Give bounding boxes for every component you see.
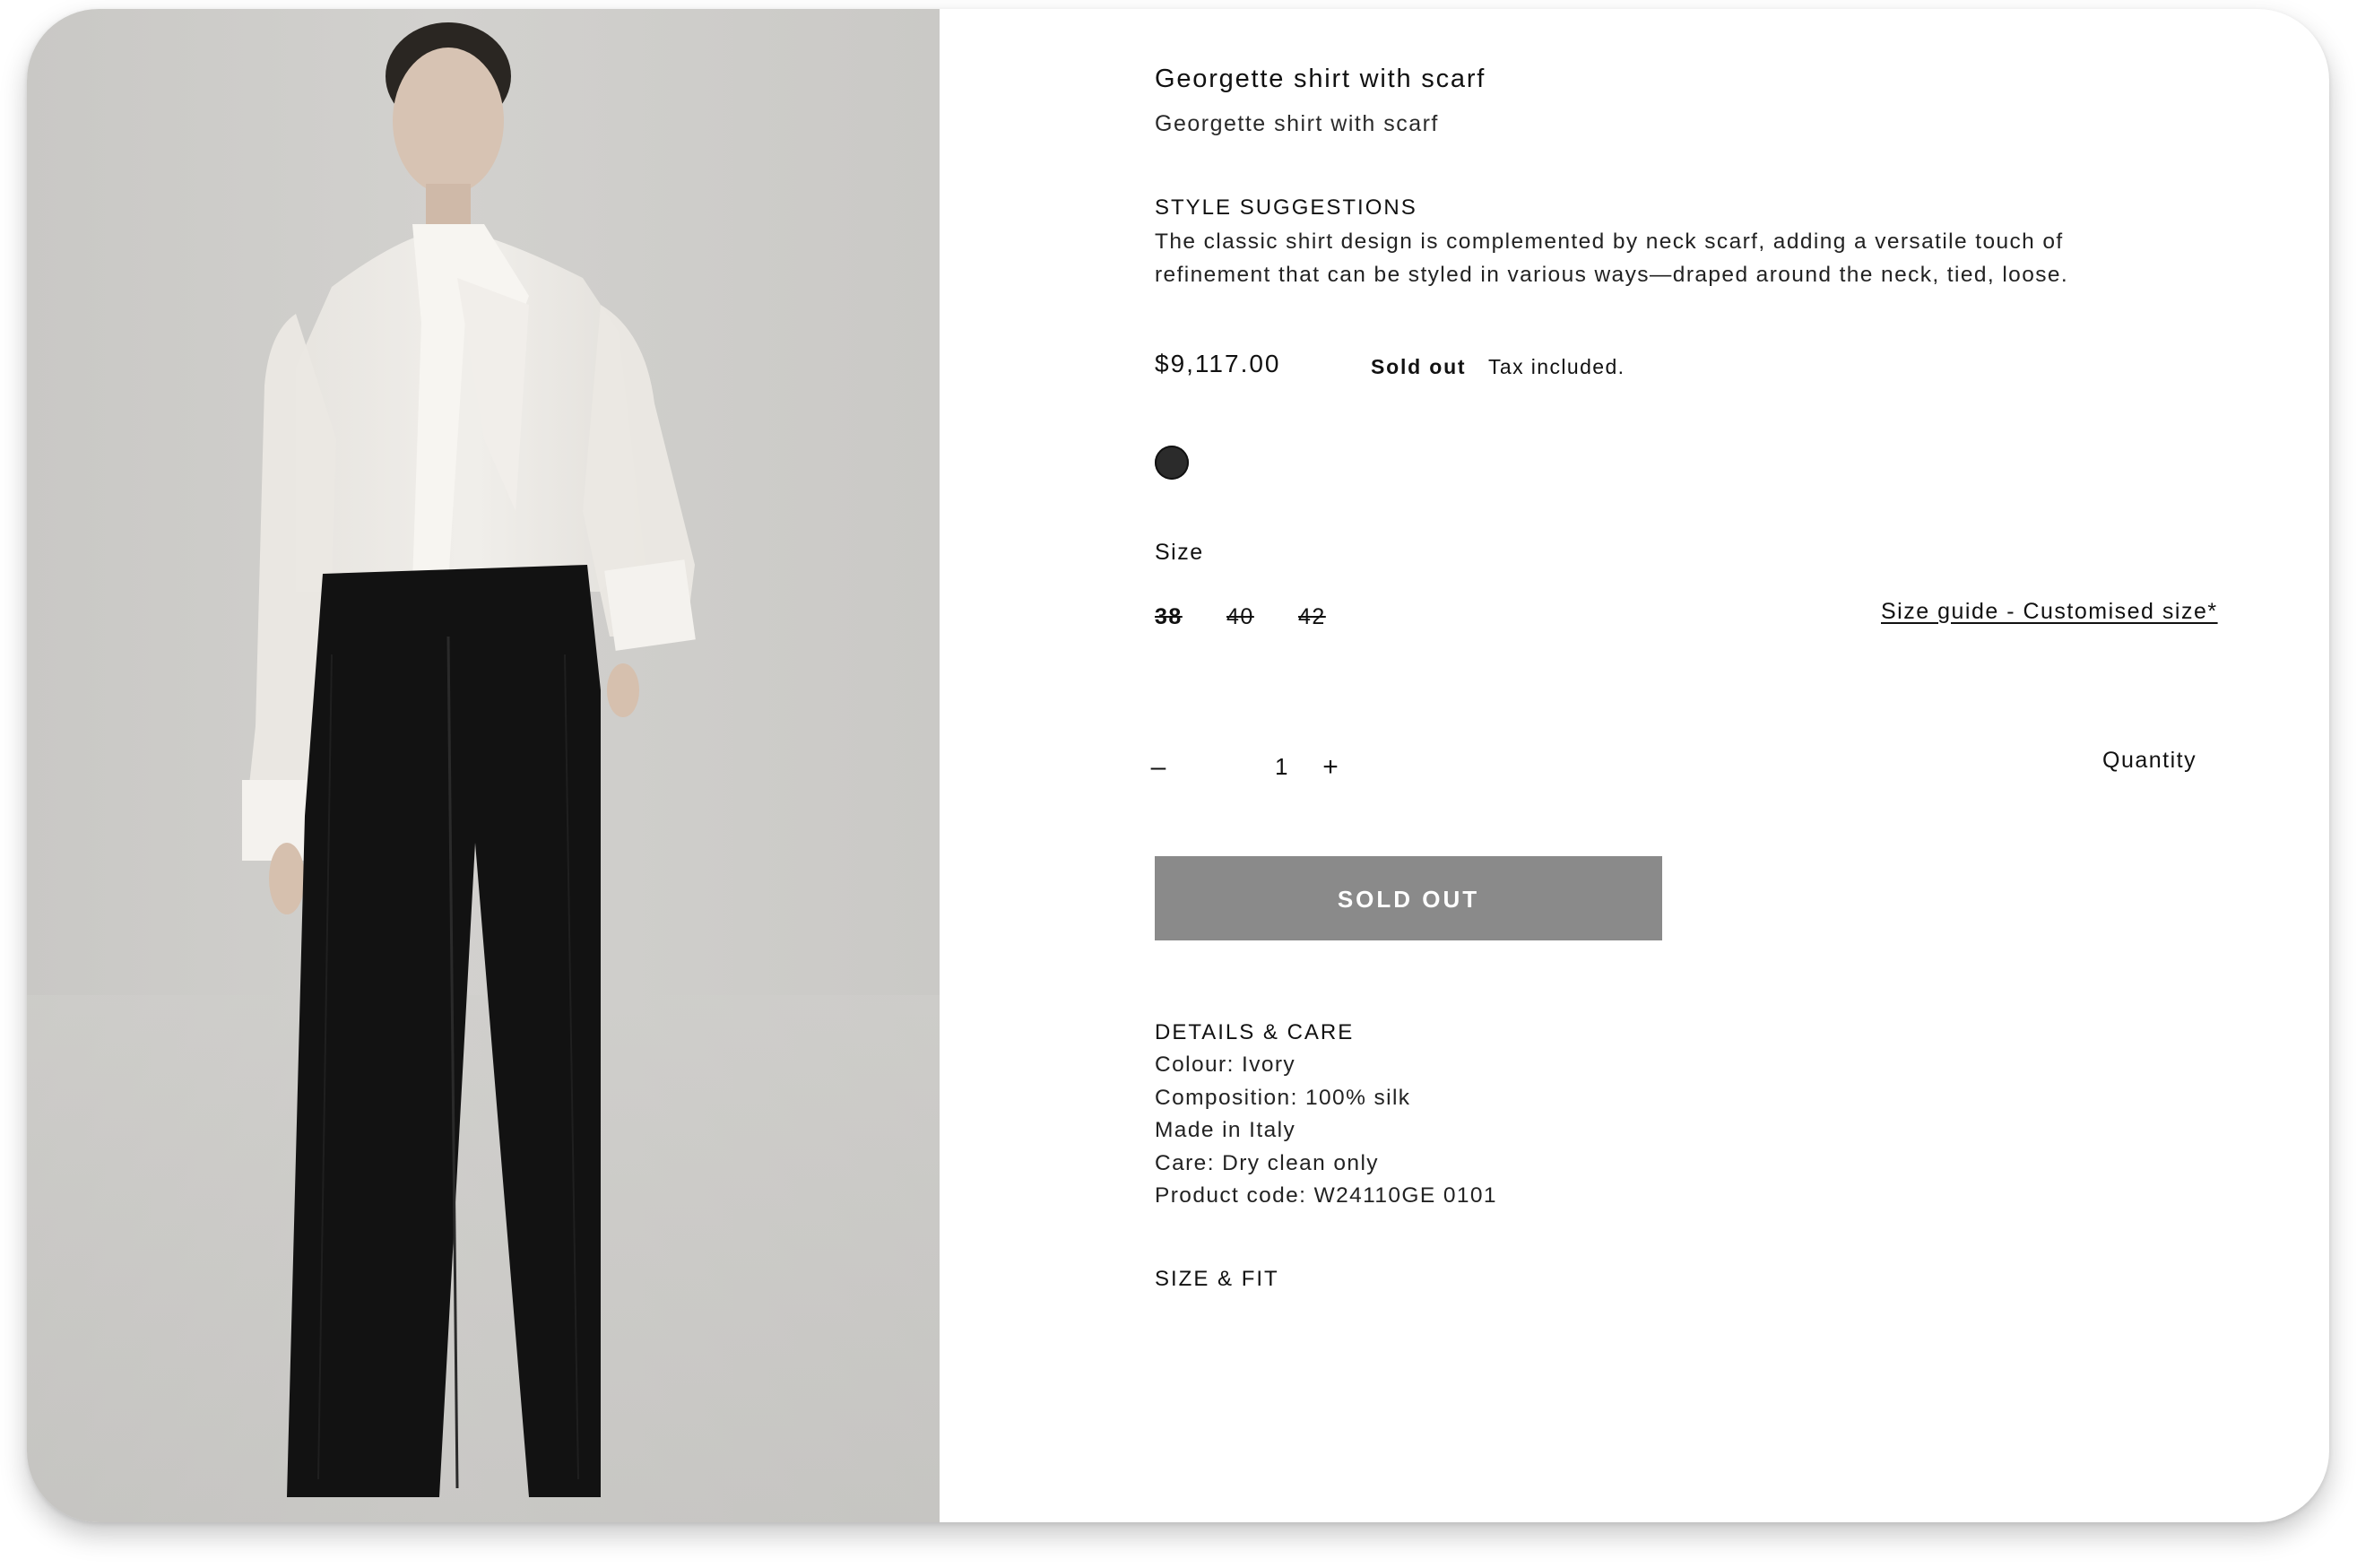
tax-note: Tax included. bbox=[1488, 355, 1625, 378]
details-care-heading[interactable]: DETAILS & CARE bbox=[1155, 1020, 1354, 1045]
sold-out-badge: Sold out bbox=[1371, 355, 1467, 378]
quantity-increase-button[interactable]: + bbox=[1313, 749, 1348, 785]
size-option-38[interactable]: 38 bbox=[1155, 604, 1183, 630]
details-product-code: Product code: W24110GE 0101 bbox=[1155, 1183, 1497, 1208]
details-colour: Colour: Ivory bbox=[1155, 1053, 1296, 1077]
details-care: Care: Dry clean only bbox=[1155, 1150, 1379, 1175]
size-option-42[interactable]: 42 bbox=[1298, 604, 1326, 630]
details-list: Colour: Ivory Composition: 100% silk Mad… bbox=[1155, 1049, 1497, 1213]
details-composition: Composition: 100% silk bbox=[1155, 1085, 1411, 1110]
product-page: Georgette shirt with scarf Georgette shi… bbox=[27, 9, 2329, 1522]
product-price: $9,117.00 bbox=[1155, 350, 1281, 377]
size-option-40[interactable]: 40 bbox=[1226, 604, 1254, 630]
product-title: Georgette shirt with scarf bbox=[1155, 65, 1486, 93]
size-fit-heading[interactable]: SIZE & FIT bbox=[1155, 1267, 1279, 1292]
style-suggestions-text: The classic shirt design is complemented… bbox=[1155, 230, 2069, 287]
model-illustration bbox=[27, 22, 940, 1522]
colour-swatch[interactable] bbox=[1155, 446, 1189, 480]
product-info-panel: Georgette shirt with scarf Georgette shi… bbox=[940, 9, 2329, 1522]
quantity-label: Quantity bbox=[2102, 748, 2197, 773]
style-suggestions-heading: STYLE SUGGESTIONS bbox=[1155, 195, 1417, 220]
product-subtitle: Georgette shirt with scarf bbox=[1155, 111, 1439, 136]
details-origin: Made in Italy bbox=[1155, 1118, 1296, 1142]
size-label: Size bbox=[1155, 540, 1204, 565]
product-image[interactable] bbox=[27, 9, 940, 1522]
quantity-decrease-button[interactable]: – bbox=[1140, 749, 1176, 785]
size-guide-link[interactable]: Size guide - Customised size* bbox=[1881, 599, 2218, 625]
sold-out-button[interactable]: SOLD OUT bbox=[1155, 856, 1662, 940]
quantity-value[interactable]: 1 bbox=[1275, 753, 1289, 781]
